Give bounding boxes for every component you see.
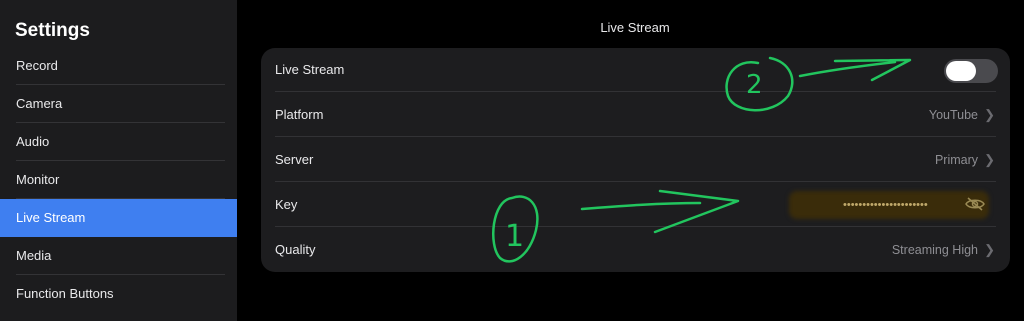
server-label: Server (275, 152, 314, 167)
toggle-knob (946, 61, 976, 81)
live-stream-label: Live Stream (275, 62, 345, 77)
sidebar-title: Settings (15, 20, 90, 41)
chevron-right-icon: ❯ (984, 242, 995, 257)
quality-value: Streaming High (891, 243, 978, 257)
sidebar-item-function-buttons[interactable]: Function Buttons (0, 275, 237, 313)
key-label: Key (275, 197, 298, 212)
quality-label: Quality (275, 242, 316, 257)
key-masked-value: •••••••••••••••••••••• (843, 199, 928, 211)
settings-sidebar: Settings Record Camera Audio Monitor Liv… (0, 0, 237, 321)
sidebar-item-audio[interactable]: Audio (0, 123, 237, 161)
sidebar-item-record[interactable]: Record (0, 47, 237, 85)
live-stream-row[interactable]: Live Stream (261, 48, 1010, 92)
live-stream-toggle[interactable] (944, 59, 998, 83)
quality-row[interactable]: Quality Streaming High ❯ (261, 228, 1010, 272)
sidebar-item-media[interactable]: Media (0, 237, 237, 275)
page-title: Live Stream (600, 20, 670, 35)
platform-label: Platform (275, 107, 324, 122)
sidebar-item-live-stream[interactable]: Live Stream (0, 199, 237, 237)
sidebar-item-monitor[interactable]: Monitor (0, 161, 237, 199)
sidebar-list: Record Camera Audio Monitor Live Stream … (0, 47, 237, 313)
server-value: Primary (934, 153, 978, 167)
eye-slash-icon[interactable] (965, 197, 985, 211)
server-row[interactable]: Server Primary ❯ (261, 138, 1010, 182)
platform-row[interactable]: Platform YouTube ❯ (261, 93, 1010, 137)
sidebar-item-camera[interactable]: Camera (0, 85, 237, 123)
chevron-right-icon: ❯ (984, 107, 995, 122)
live-stream-settings-card: Live Stream Platform YouTube ❯ Server Pr… (261, 48, 1010, 272)
chevron-right-icon: ❯ (984, 152, 995, 167)
key-row[interactable]: Key •••••••••••••••••••••• (261, 183, 1010, 227)
platform-value: YouTube (928, 108, 978, 122)
